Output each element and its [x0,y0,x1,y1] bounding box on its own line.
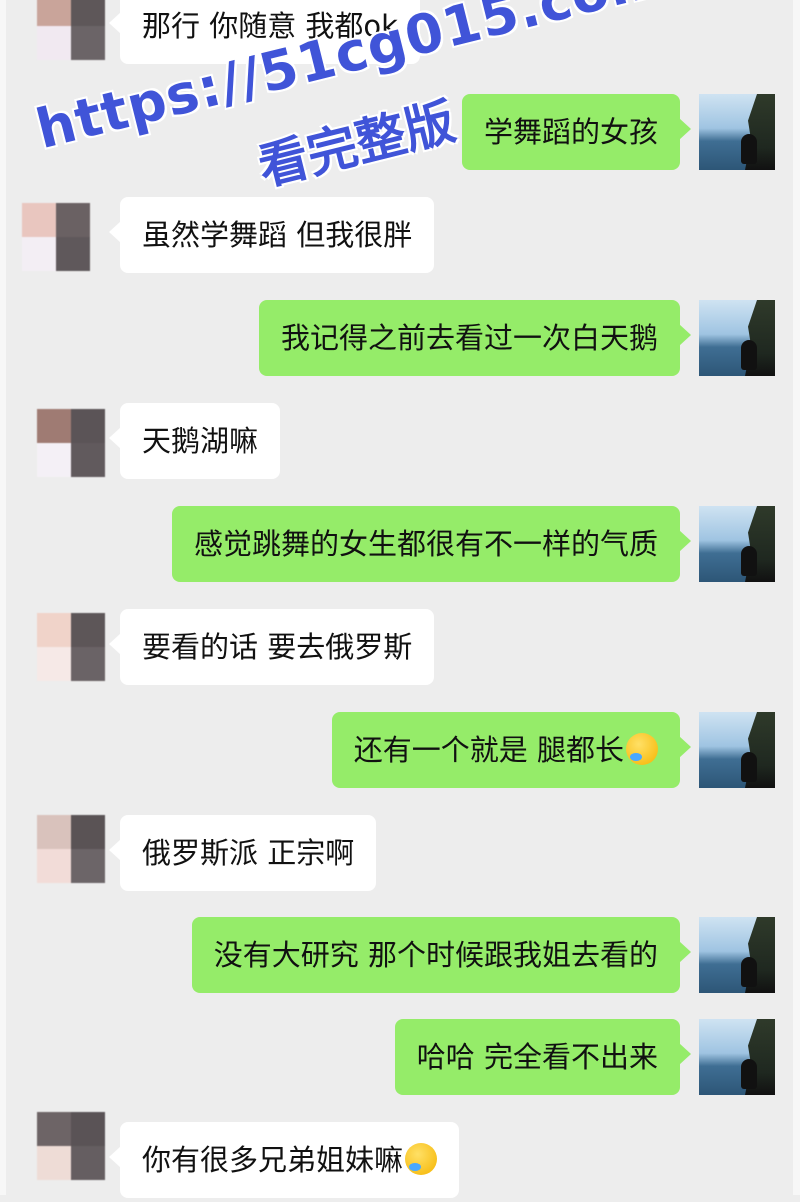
avatar-person-silhouette [741,340,757,370]
contact-avatar[interactable] [37,409,105,477]
incoming-message-bubble[interactable]: 虽然学舞蹈 但我很胖 [108,197,435,273]
outgoing-message-bubble[interactable]: 哈哈 完全看不出来 [394,1019,692,1095]
message-row: 要看的话 要去俄罗斯 [0,609,800,689]
incoming-message-bubble[interactable]: 俄罗斯派 正宗啊 [108,815,377,891]
incoming-message-bubble[interactable]: 天鹅湖嘛 [108,403,281,479]
message-row: 俄罗斯派 正宗啊 [0,815,800,895]
avatar-person-silhouette [741,752,757,782]
outgoing-message-bubble[interactable]: 我记得之前去看过一次白天鹅 [258,300,692,376]
message-text: 俄罗斯派 正宗啊 [142,836,355,870]
message-text: 要看的话 要去俄罗斯 [142,630,413,664]
message-row: 还有一个就是 腿都长 [0,712,800,792]
message-text: 你有很多兄弟姐妹嘛 [142,1143,404,1177]
contact-avatar[interactable] [37,613,105,681]
avatar-person-silhouette [741,1059,757,1089]
self-avatar[interactable] [699,917,775,993]
contact-avatar[interactable] [37,0,105,60]
message-row: 我记得之前去看过一次白天鹅 [0,300,800,380]
incoming-message-bubble[interactable]: 要看的话 要去俄罗斯 [108,609,435,685]
contact-avatar[interactable] [37,1112,105,1180]
contact-avatar[interactable] [22,203,90,271]
message-text: 没有大研究 那个时候跟我姐去看的 [213,938,658,972]
message-row: 哈哈 完全看不出来 [0,1019,800,1099]
self-avatar[interactable] [699,712,775,788]
message-text: 我记得之前去看过一次白天鹅 [280,321,658,355]
contact-avatar[interactable] [37,815,105,883]
outgoing-message-bubble[interactable]: 感觉跳舞的女生都很有不一样的气质 [171,506,692,582]
message-row: 天鹅湖嘛 [0,403,800,483]
message-text: 还有一个就是 腿都长 [353,733,624,767]
message-text: 虽然学舞蹈 但我很胖 [142,218,413,252]
message-text: 天鹅湖嘛 [142,424,259,458]
avatar-person-silhouette [741,957,757,987]
message-row: 你有很多兄弟姐妹嘛 [0,1112,800,1202]
message-text: 感觉跳舞的女生都很有不一样的气质 [193,527,658,561]
avatar-person-silhouette [741,546,757,576]
self-avatar[interactable] [699,94,775,170]
laughing-tears-emoji-icon [626,733,658,765]
self-avatar[interactable] [699,300,775,376]
self-avatar[interactable] [699,506,775,582]
outgoing-message-bubble[interactable]: 还有一个就是 腿都长 [331,712,692,788]
message-row: 没有大研究 那个时候跟我姐去看的 [0,917,800,997]
avatar-person-silhouette [741,134,757,164]
outgoing-message-bubble[interactable]: 学舞蹈的女孩 [461,94,692,170]
laughing-tears-emoji-icon [405,1143,438,1175]
outgoing-message-bubble[interactable]: 没有大研究 那个时候跟我姐去看的 [191,917,692,993]
right-frame-edge [793,0,800,1195]
self-avatar[interactable] [699,1019,775,1095]
message-text: 学舞蹈的女孩 [483,115,658,149]
left-frame-edge [0,0,6,1195]
message-text: 哈哈 完全看不出来 [416,1040,658,1074]
message-row: 虽然学舞蹈 但我很胖 [0,197,800,277]
incoming-message-bubble[interactable]: 你有很多兄弟姐妹嘛 [108,1122,460,1198]
message-row: 感觉跳舞的女生都很有不一样的气质 [0,506,800,586]
